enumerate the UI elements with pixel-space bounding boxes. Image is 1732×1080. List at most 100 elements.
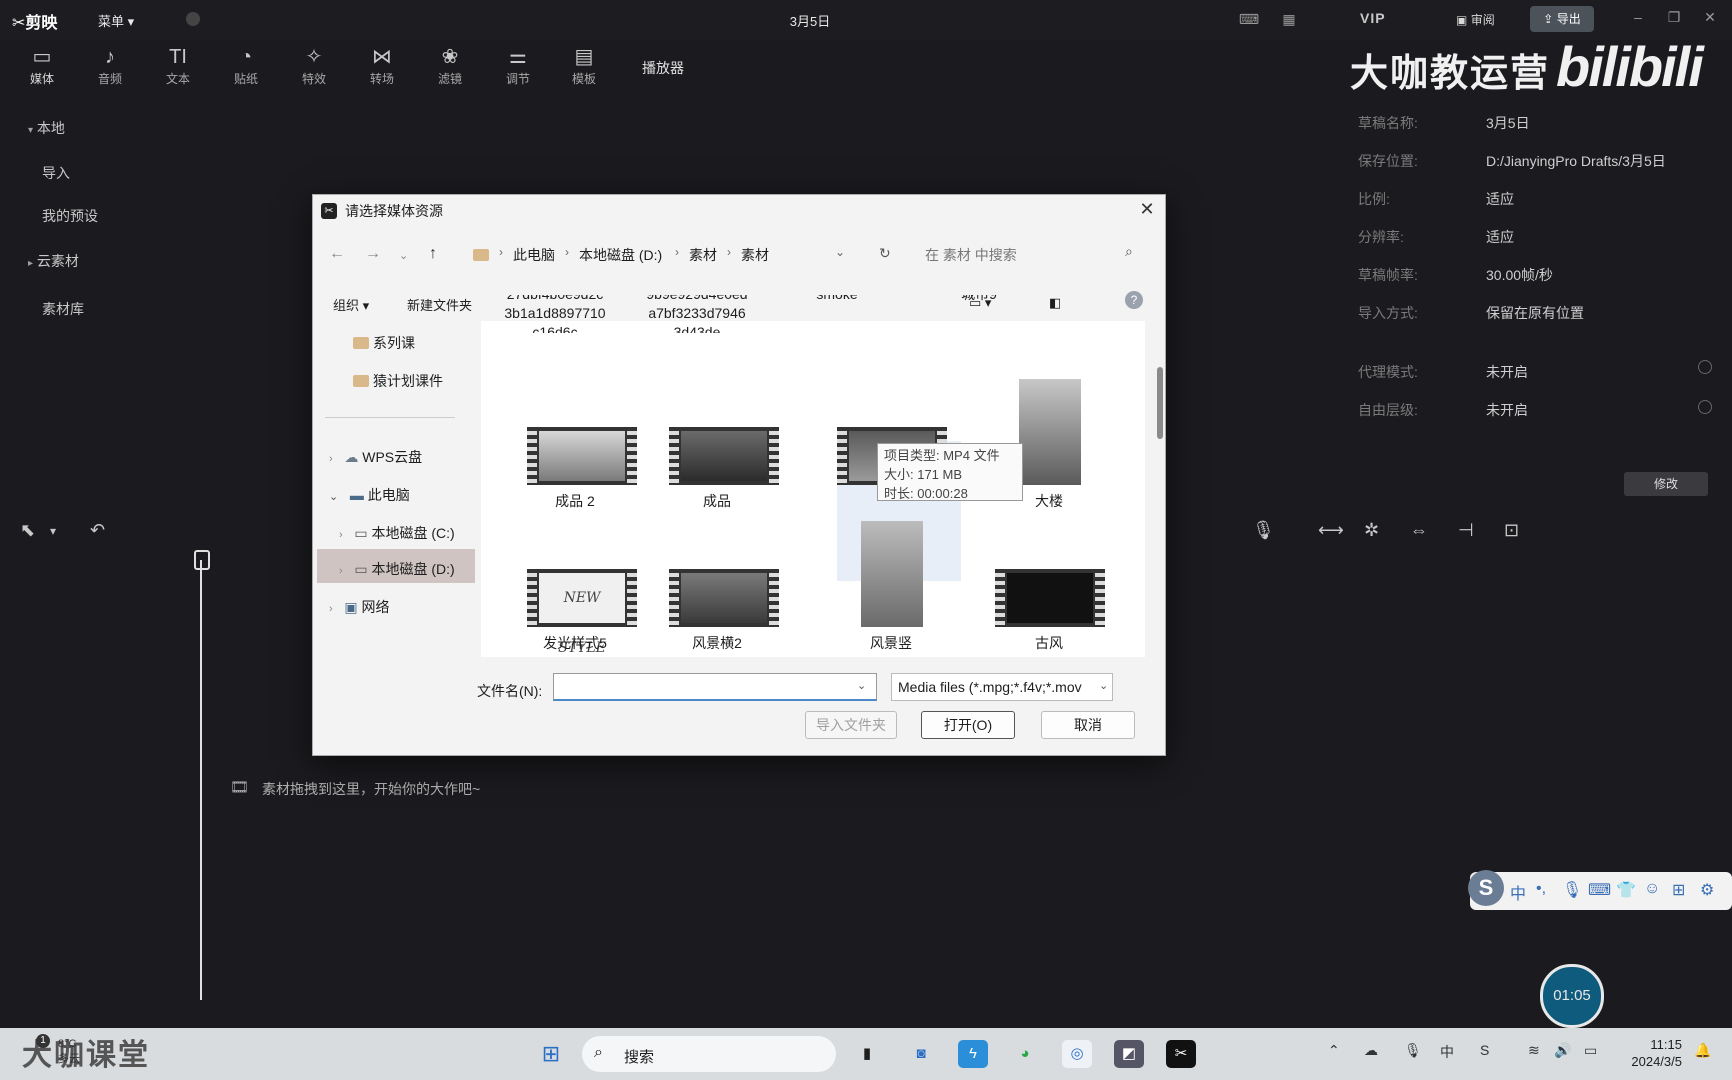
punctuation-icon[interactable]: •, [1536,880,1546,898]
tree-item-network[interactable]: › ▣ 网络 [329,597,389,617]
chevron-down-icon[interactable]: ⌄ [1099,679,1108,692]
video-thumbnail[interactable] [669,427,779,485]
open-button[interactable]: 打开(O) [921,711,1015,739]
file-name[interactable]: smoke [777,295,897,303]
refresh-icon[interactable]: ↻ [879,245,891,262]
battery-icon[interactable]: ▭ [1584,1042,1597,1059]
chat-app-icon[interactable]: ◎ [1062,1040,1092,1068]
nav-cloud[interactable]: ▸ 云素材 [28,251,79,271]
filename-input[interactable] [553,673,877,701]
file-name[interactable]: 发光样式5 [515,633,635,653]
taskbar-search[interactable]: ⌕ 搜索 [582,1036,836,1072]
preview-icon[interactable]: ⊡ [1504,520,1519,541]
file-name[interactable]: 古风 [989,633,1109,653]
select-cursor-icon[interactable]: ⬉ [20,520,35,541]
vip-badge[interactable]: VIP [1360,10,1386,26]
layout-icon[interactable]: ▦ [1276,8,1302,30]
back-arrow-icon[interactable]: ← [329,245,345,263]
link-icon[interactable]: ⟷ [1318,520,1344,541]
file-name[interactable]: 城市9 [919,295,1039,303]
review-button[interactable]: ▣ 审阅 [1456,11,1495,28]
notification-bell-icon[interactable]: 🔔 [1694,1042,1711,1059]
magnet-icon[interactable]: ✲ [1364,520,1379,541]
file-name[interactable]: 风景横2 [657,633,777,653]
nav-library[interactable]: 素材库 [42,299,84,319]
recent-chevron-icon[interactable]: ⌄ [399,249,408,262]
tree-item-series[interactable]: 系列课 [353,333,415,353]
microphone-icon[interactable]: 🎙 [1562,880,1582,900]
ime-toolbar[interactable]: 中 •, 🎙 ⌨ 👕 ☺ ⊞ ⚙ [1470,872,1732,910]
tool-template[interactable]: ▤ 模板 [556,46,612,87]
tree-item-this-pc[interactable]: ⌄ ▬ 此电脑 [329,485,410,505]
breadcrumb-folder[interactable]: 素材 [689,245,717,265]
split-icon[interactable]: ⊣ [1458,520,1474,541]
import-folder-button[interactable]: 导入文件夹 [805,711,897,739]
robot-icon[interactable]: ☺ [1644,880,1660,898]
weather-widget[interactable]: 8°C 多云 [58,1038,80,1066]
tool-text[interactable]: TI 文本 [150,46,206,87]
cloud-icon[interactable]: ☁ [1364,1042,1378,1059]
modify-button[interactable]: 修改 [1624,472,1708,496]
preview-pane-icon[interactable]: ◧ [1049,295,1061,311]
capcut-app-icon[interactable]: ✂ [1166,1040,1196,1068]
chevron-up-icon[interactable]: ⌃ [1328,1042,1340,1059]
menu-button[interactable]: 菜单 ▾ [98,11,134,30]
file-type-select[interactable]: Media files (*.mpg;*.f4v;*.mov [891,673,1113,701]
file-name[interactable]: 成品 2 [515,491,635,511]
settings-icon[interactable]: ⚙ [1700,880,1714,900]
microphone-icon[interactable]: 🎙 [1404,1042,1422,1059]
keyboard-icon[interactable]: ⌨ [1588,880,1611,900]
lightning-app-icon[interactable]: ϟ [958,1040,988,1068]
file-name[interactable]: 风景竖 [831,633,951,653]
start-icon[interactable]: ⊞ [536,1040,566,1068]
grid-icon[interactable]: ⊞ [1672,880,1685,900]
export-button[interactable]: ⇪ 导出 [1530,6,1594,32]
playhead-handle[interactable] [194,550,210,570]
new-folder-button[interactable]: 新建文件夹 [407,295,472,314]
clock[interactable]: 11:15 2024/3/5 [1622,1036,1682,1070]
nav-import[interactable]: 导入 [42,163,70,183]
microphone-icon[interactable]: 🎙 [1252,520,1275,541]
playhead-line[interactable] [200,560,202,1000]
chevron-down-icon[interactable]: ▾ [50,524,56,538]
chevron-down-icon[interactable]: ⌄ [857,679,866,692]
video-thumbnail[interactable] [995,569,1105,627]
tool-effects[interactable]: ✧ 特效 [286,46,342,87]
sogou-logo[interactable]: S [1468,870,1504,906]
tree-item-disk-d[interactable]: › ▭ 本地磁盘 (D:) [339,559,455,579]
content-scrollbar[interactable] [1157,367,1163,439]
search-icon[interactable]: ⌕ [1125,243,1133,260]
help-icon[interactable]: ? [1125,291,1143,309]
nav-my-presets[interactable]: 我的预设 [42,206,98,226]
tree-item-disk-c[interactable]: › ▭ 本地磁盘 (C:) [339,523,455,543]
meeting-app-icon[interactable]: ◙ [906,1040,936,1068]
explorer-app-icon[interactable]: ▮ [852,1040,882,1068]
wechat-app-icon[interactable]: ◕ [1010,1040,1040,1068]
info-icon[interactable] [1698,400,1712,414]
up-arrow-icon[interactable]: ↑ [429,245,437,263]
tool-filter[interactable]: ❀ 滤镜 [422,46,478,87]
snap-icon[interactable]: ⇔ [1410,520,1428,541]
tool-transition[interactable]: ⋈ 转场 [354,46,410,87]
video-thumbnail[interactable] [527,427,637,485]
info-icon[interactable] [1698,360,1712,374]
editor-app-icon[interactable]: ◩ [1114,1040,1144,1068]
organize-menu[interactable]: 组织 ▾ [333,295,369,314]
volume-icon[interactable]: 🔊 [1554,1042,1571,1059]
file-name[interactable]: 成品 [657,491,777,511]
skin-icon[interactable]: 👕 [1616,880,1636,900]
nav-local[interactable]: ▾ 本地 [28,118,65,138]
tool-media[interactable]: ▭ 媒体 [14,46,70,87]
close-icon[interactable]: ✕ [1698,9,1722,26]
breadcrumb-this-pc[interactable]: 此电脑 [513,245,555,265]
ime-lang[interactable]: 中 [1510,880,1526,904]
undo-icon[interactable]: ↶ [90,520,105,541]
video-thumbnail[interactable] [669,569,779,627]
tool-sticker[interactable]: ◔ 贴纸 [218,46,274,87]
tool-audio[interactable]: ♪ 音频 [82,46,138,87]
video-thumbnail[interactable]: NEW STYLE [527,569,637,656]
file-name[interactable]: 9b9e929d4e0eda7bf3233d7946 3d43de [637,295,757,333]
tree-item-plan[interactable]: 猿计划课件 [353,371,443,391]
forward-arrow-icon[interactable]: → [365,245,381,263]
breadcrumb-folder[interactable]: 素材 [741,245,769,265]
